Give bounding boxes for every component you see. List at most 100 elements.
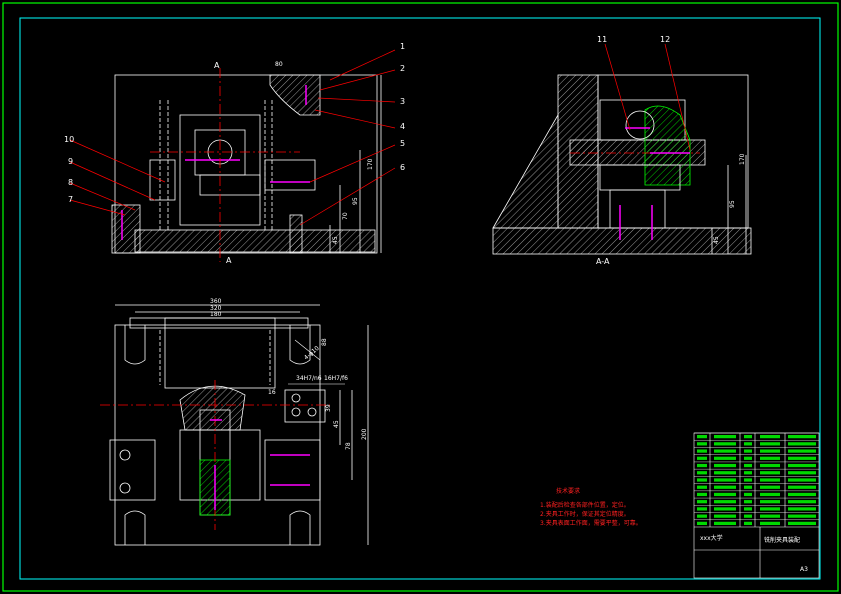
parts-cell-text <box>714 485 736 489</box>
notes-line-2: 2.夹具工作时，保证其定位精度。 <box>540 510 630 518</box>
section-mark-bottom: A <box>226 256 232 265</box>
parts-cell-text <box>760 514 780 518</box>
balloon-7: 7 <box>68 195 73 204</box>
parts-cell-text <box>788 478 816 482</box>
parts-cell-text <box>760 500 780 504</box>
top-dim-5: 78 <box>345 442 352 450</box>
balloon-11: 11 <box>597 35 607 44</box>
parts-cell-text <box>788 507 816 511</box>
parts-cell-text <box>714 478 736 482</box>
parts-cell-text <box>788 500 816 504</box>
parts-cell-text <box>714 449 736 453</box>
parts-list-rows <box>694 432 819 525</box>
parts-cell-text <box>714 435 736 439</box>
parts-cell-text <box>697 471 707 475</box>
parts-cell-text <box>744 500 752 504</box>
balloon-12: 12 <box>660 35 670 44</box>
balloon-10: 10 <box>64 135 74 144</box>
parts-cell-text <box>760 463 780 468</box>
parts-cell-text <box>760 435 780 439</box>
parts-cell-text <box>788 442 816 446</box>
top-fit-2: 16H7/f6 <box>324 375 348 382</box>
parts-cell-text <box>760 456 780 460</box>
top-dim-1: 360 <box>210 298 222 305</box>
title-scale: A3 <box>800 566 808 573</box>
parts-cell-text <box>697 478 707 482</box>
parts-cell-text <box>697 492 707 497</box>
parts-cell-text <box>788 449 816 453</box>
balloon-3: 3 <box>400 97 405 106</box>
cad-drawing-canvas: A A 1 2 3 4 5 6 7 8 9 10 80 170 95 70 45… <box>2 2 839 592</box>
parts-cell-text <box>714 507 736 511</box>
parts-cell-text <box>697 521 707 525</box>
parts-cell-text <box>760 492 780 497</box>
front-dim-5: 45 <box>332 236 339 244</box>
top-dim-9: 16 <box>268 389 276 396</box>
parts-cell-text <box>744 456 752 460</box>
side-dim-2: 95 <box>729 200 736 208</box>
front-dim-3: 95 <box>352 197 359 205</box>
front-leaders <box>69 49 396 226</box>
parts-cell-text <box>760 485 780 489</box>
top-dim-6: 45 <box>333 420 340 428</box>
parts-cell-text <box>697 500 707 504</box>
parts-cell-text <box>697 442 707 446</box>
front-dim-1: 80 <box>275 61 283 68</box>
top-fit-1: 34H7/n6 <box>296 375 322 382</box>
parts-cell-text <box>744 514 752 518</box>
front-dim-4: 70 <box>342 212 349 220</box>
top-dim-4: 200 <box>361 428 368 440</box>
parts-cell-text <box>788 471 816 475</box>
parts-cell-text <box>744 442 752 446</box>
parts-cell-text <box>788 485 816 489</box>
parts-cell-text <box>714 500 736 504</box>
notes-title: 技术要求 <box>556 487 580 495</box>
parts-cell-text <box>788 435 816 439</box>
parts-cell-text <box>714 521 736 525</box>
notes-line-1: 1.装配后检查各部件位置，定位。 <box>540 501 630 509</box>
parts-cell-text <box>760 478 780 482</box>
parts-cell-text <box>760 449 780 453</box>
parts-cell-text <box>760 521 780 525</box>
parts-cell-text <box>788 456 816 460</box>
side-view-caption: A-A <box>596 257 610 266</box>
outer-frame <box>2 2 839 592</box>
parts-cell-text <box>744 485 752 489</box>
parts-cell-text <box>714 471 736 475</box>
parts-cell-text <box>697 463 707 468</box>
top-dim-3: 180 <box>210 311 222 318</box>
notes-line-3: 3.夹具表面工作面，需要平整，可靠。 <box>540 519 642 527</box>
parts-cell-text <box>744 449 752 453</box>
parts-cell-text <box>744 471 752 475</box>
parts-cell-text <box>760 507 780 511</box>
parts-cell-text <box>714 456 736 460</box>
top-hole-note: 4-φ10 <box>303 345 321 362</box>
parts-cell-text <box>744 435 752 439</box>
parts-cell-text <box>760 471 780 475</box>
section-mark-top: A <box>214 61 220 70</box>
parts-cell-text <box>744 478 752 482</box>
balloon-8: 8 <box>68 178 73 187</box>
side-dim-3: 45 <box>713 236 720 244</box>
parts-cell-text <box>714 492 736 497</box>
parts-cell-text <box>697 449 707 453</box>
title-school: xxx大学 <box>700 534 723 542</box>
parts-cell-text <box>744 507 752 511</box>
front-dim-2: 170 <box>367 158 374 170</box>
side-dim-1: 170 <box>739 153 746 165</box>
top-dim-8: 88 <box>321 338 328 346</box>
balloon-2: 2 <box>400 64 405 73</box>
parts-cell-text <box>697 435 707 439</box>
balloon-9: 9 <box>68 157 73 166</box>
parts-cell-text <box>714 514 736 518</box>
parts-cell-text <box>714 442 736 446</box>
balloon-5: 5 <box>400 139 405 148</box>
parts-cell-text <box>788 514 816 518</box>
parts-cell-text <box>744 521 752 525</box>
parts-cell-text <box>744 492 752 497</box>
parts-cell-text <box>697 507 707 511</box>
parts-cell-text <box>744 463 752 468</box>
title-drawing-name: 铣削夹具装配 <box>764 536 800 544</box>
parts-cell-text <box>788 492 816 497</box>
parts-cell-text <box>788 521 816 525</box>
